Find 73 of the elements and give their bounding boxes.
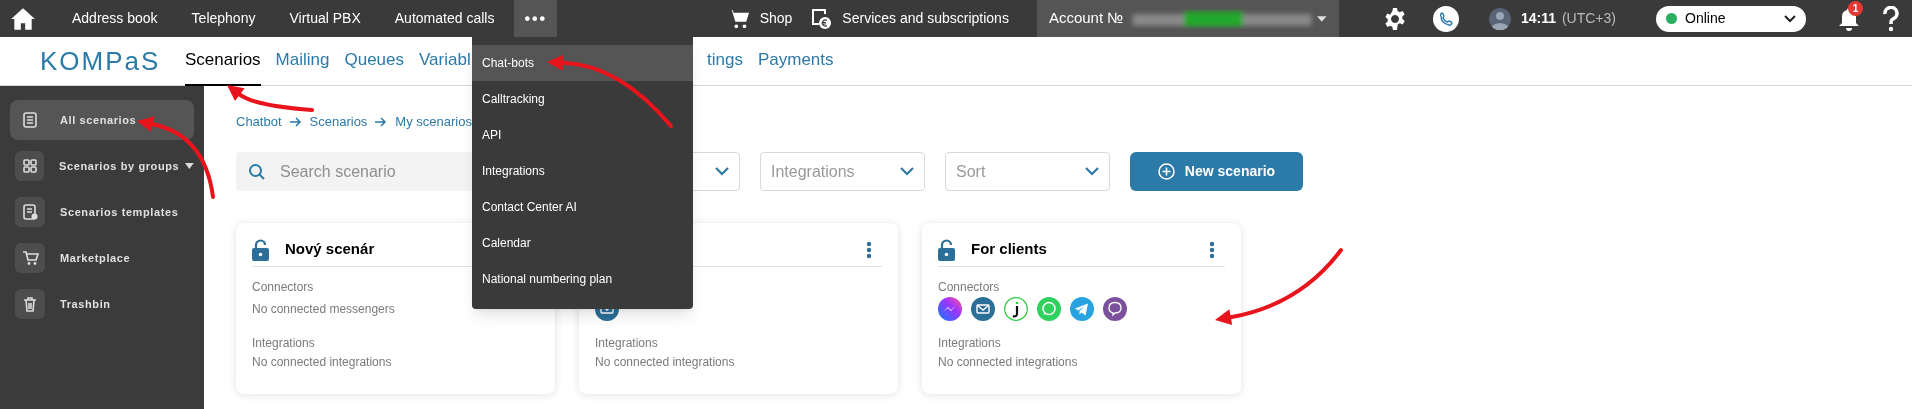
notification-badge: 1 xyxy=(1848,0,1863,16)
padlock-icon xyxy=(252,238,269,261)
card-title: For clients xyxy=(971,239,1047,260)
more-button[interactable]: ••• xyxy=(514,0,558,37)
section-label: Connectors xyxy=(938,278,1000,296)
chevron-down-icon xyxy=(900,167,914,176)
nav-link[interactable]: Address book xyxy=(72,8,158,29)
nav-tab[interactable]: Queues xyxy=(344,36,404,86)
kebab-menu-icon[interactable] xyxy=(1209,240,1215,259)
section-label: Integrations xyxy=(595,334,658,352)
breadcrumb-link[interactable]: Chatbot xyxy=(236,112,282,132)
document-icon xyxy=(21,203,39,221)
messenger-icon xyxy=(938,297,962,321)
menu-item[interactable]: API xyxy=(472,117,693,153)
nav-tab[interactable]: tings xyxy=(707,36,743,86)
menu-item[interactable]: Contact Center AI xyxy=(472,189,693,225)
breadcrumb-link[interactable]: Scenarios xyxy=(309,112,368,132)
arrow-right-icon xyxy=(289,117,302,127)
search-icon xyxy=(248,162,266,181)
card-title: Nový scenár xyxy=(285,239,375,260)
breadcrumb-link[interactable]: My scenarios xyxy=(395,112,472,132)
caret-icon[interactable] xyxy=(1317,15,1327,22)
logo: KOMPaS xyxy=(40,48,162,74)
avatar-icon[interactable] xyxy=(1488,7,1511,30)
whatsapp-icon xyxy=(1037,297,1061,321)
phone-icon[interactable] xyxy=(1432,5,1459,32)
section-label: Integrations xyxy=(252,334,315,352)
nav-tab[interactable]: Variabl xyxy=(419,36,471,86)
menu-item[interactable]: Calendar xyxy=(472,225,693,261)
timezone-label: (UTC+3) xyxy=(1561,9,1616,28)
new-scenario-button[interactable]: New scenario xyxy=(1130,152,1303,191)
empty-state-text: No connected integrations xyxy=(252,353,392,371)
nav-link[interactable]: Automated calls xyxy=(394,8,495,29)
clock-time: 14:11 xyxy=(1520,9,1556,28)
sidebar-item[interactable]: Scenarios by groups xyxy=(10,146,194,186)
nav-link[interactable]: Telephony xyxy=(191,8,256,29)
nav-tab[interactable]: Payments xyxy=(757,36,834,86)
nav-tab[interactable]: Mailing xyxy=(275,36,330,86)
shop-link[interactable]: Shop xyxy=(759,8,793,29)
settings-icon[interactable] xyxy=(1382,6,1407,31)
email-icon xyxy=(971,297,995,321)
kebab-menu-icon[interactable] xyxy=(866,240,872,259)
jivo-icon xyxy=(1004,297,1028,321)
menu-item[interactable]: Calltracking xyxy=(472,81,693,117)
chevron-down-icon xyxy=(1784,14,1796,23)
empty-state-text: No connected integrations xyxy=(938,353,1078,371)
arrow-right-icon xyxy=(375,117,388,127)
chevron-down-icon xyxy=(715,167,729,176)
empty-state-text: No connected messengers xyxy=(252,301,395,318)
menu-item[interactable]: Chat-bots xyxy=(472,45,693,81)
section-label: Integrations xyxy=(938,334,1001,352)
grid-icon xyxy=(20,157,39,175)
chevron-down-icon xyxy=(1085,167,1099,176)
menu-item[interactable]: National numbering plan xyxy=(472,261,693,297)
services-link[interactable]: Services and subscriptions xyxy=(842,8,1009,29)
sidebar-item[interactable]: Scenarios templates xyxy=(10,192,194,232)
help-icon[interactable] xyxy=(1882,5,1900,32)
trash-icon xyxy=(21,295,39,313)
sidebar-item[interactable]: All scenarios xyxy=(10,100,194,140)
status-select[interactable]: Online xyxy=(1656,5,1806,32)
nav-link[interactable]: Virtual PBX xyxy=(289,8,361,29)
document-euro-icon[interactable] xyxy=(812,7,833,30)
sidebar-item[interactable]: Marketplace xyxy=(10,238,194,278)
sidebar-item[interactable]: Trashbin xyxy=(10,284,194,324)
plus-circle-icon xyxy=(1157,163,1175,180)
section-label: Connectors xyxy=(252,278,314,296)
account-selector[interactable]: Account № xyxy=(1036,0,1339,37)
list-icon xyxy=(21,111,39,129)
telegram-icon xyxy=(1070,297,1094,321)
padlock-icon xyxy=(938,238,955,261)
viber-icon xyxy=(1103,297,1127,321)
empty-state-text: No connected integrations xyxy=(595,353,735,371)
cart-icon xyxy=(21,249,39,267)
